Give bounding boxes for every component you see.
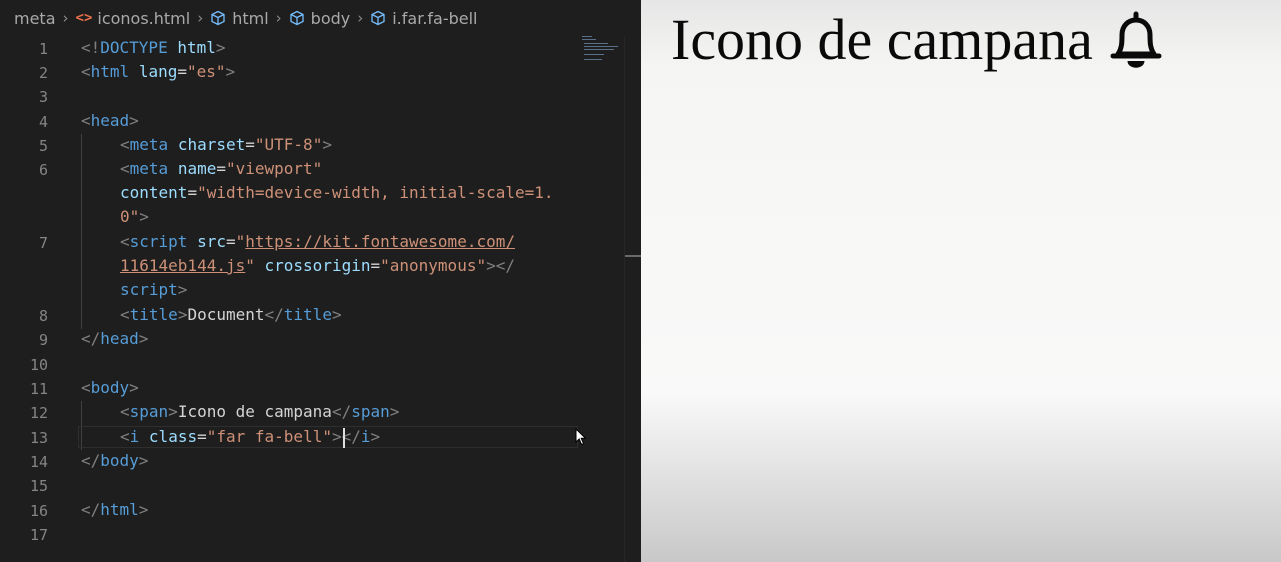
code-line[interactable]: <meta name="viewport"	[120, 159, 322, 178]
line-number: 12	[29, 404, 48, 422]
breadcrumb-item-html[interactable]: html	[210, 9, 269, 28]
line-number: 7	[38, 234, 48, 252]
minimap[interactable]	[580, 34, 622, 64]
bell-icon	[1110, 11, 1162, 68]
breadcrumb-item-meta[interactable]: meta	[14, 9, 56, 28]
code-line-wrapped[interactable]: script>	[120, 280, 187, 299]
line-number: 1	[38, 40, 48, 58]
line-number: 16	[29, 502, 48, 520]
line-number: 4	[38, 113, 48, 131]
line-number: 6	[38, 161, 48, 179]
breadcrumb: meta › <> iconos.html › html › body › i.f…	[0, 0, 641, 36]
line-number: 14	[29, 453, 48, 471]
editor-scrollbar[interactable]	[624, 36, 641, 562]
text-caret	[343, 428, 345, 448]
html-file-icon: <>	[75, 10, 93, 26]
code-line[interactable]: </head>	[81, 329, 148, 348]
breadcrumb-item-body[interactable]: body	[289, 9, 350, 28]
code-line[interactable]: <script src="https://kit.fontawesome.com…	[120, 232, 515, 251]
code-line[interactable]: <span>Icono de campana</span>	[120, 402, 399, 421]
indent-guide	[81, 134, 82, 329]
line-number: 15	[29, 477, 48, 495]
line-number: 2	[38, 64, 48, 82]
mouse-pointer-icon	[575, 428, 587, 446]
code-line[interactable]: </html>	[81, 500, 148, 519]
line-number: 13	[29, 429, 48, 447]
line-number: 3	[38, 88, 48, 106]
cube-icon	[371, 10, 385, 26]
code-line-wrapped[interactable]: 11614eb144.js" crossorigin="anonymous"><…	[120, 256, 515, 275]
code-line[interactable]: <html lang="es">	[81, 62, 235, 81]
code-editor[interactable]: meta › <> iconos.html › html › body › i.f…	[0, 0, 641, 562]
code-line[interactable]: <title>Document</title>	[120, 305, 342, 324]
chevron-right-icon: ›	[275, 9, 282, 27]
breadcrumb-item-file[interactable]: <> iconos.html	[76, 9, 191, 28]
code-line-wrapped[interactable]: content="width=device-width, initial-sca…	[120, 183, 554, 202]
code-line[interactable]: <body>	[81, 378, 139, 397]
line-number: 5	[38, 137, 48, 155]
preview-text: Icono de campana	[671, 7, 1093, 72]
chevron-right-icon: ›	[357, 9, 364, 27]
cube-icon	[211, 10, 225, 26]
browser-preview: Icono de campana	[641, 0, 1281, 562]
line-number: 8	[38, 307, 48, 325]
chevron-right-icon: ›	[62, 9, 69, 27]
breadcrumb-item-element[interactable]: i.far.fa-bell	[370, 9, 478, 28]
code-line-current[interactable]: <i class="far fa-bell"></i>	[120, 427, 380, 446]
scroll-thumb[interactable]	[625, 255, 641, 257]
line-number: 17	[29, 526, 48, 544]
script-url-link: https://kit.fontawesome.com/	[245, 232, 515, 251]
line-number: 11	[29, 380, 48, 398]
code-line[interactable]: </body>	[81, 451, 148, 470]
preview-content: Icono de campana	[671, 6, 1165, 73]
code-line[interactable]: <head>	[81, 111, 139, 130]
cube-icon	[290, 10, 304, 26]
line-number: 9	[38, 331, 48, 349]
line-number: 10	[29, 356, 48, 374]
script-url-link: 11614eb144.js	[120, 256, 246, 275]
code-line[interactable]: <meta charset="UTF-8">	[120, 135, 332, 154]
code-line[interactable]: <!DOCTYPE html>	[81, 38, 226, 57]
code-line-wrapped[interactable]: 0">	[120, 207, 149, 226]
chevron-right-icon: ›	[197, 9, 204, 27]
